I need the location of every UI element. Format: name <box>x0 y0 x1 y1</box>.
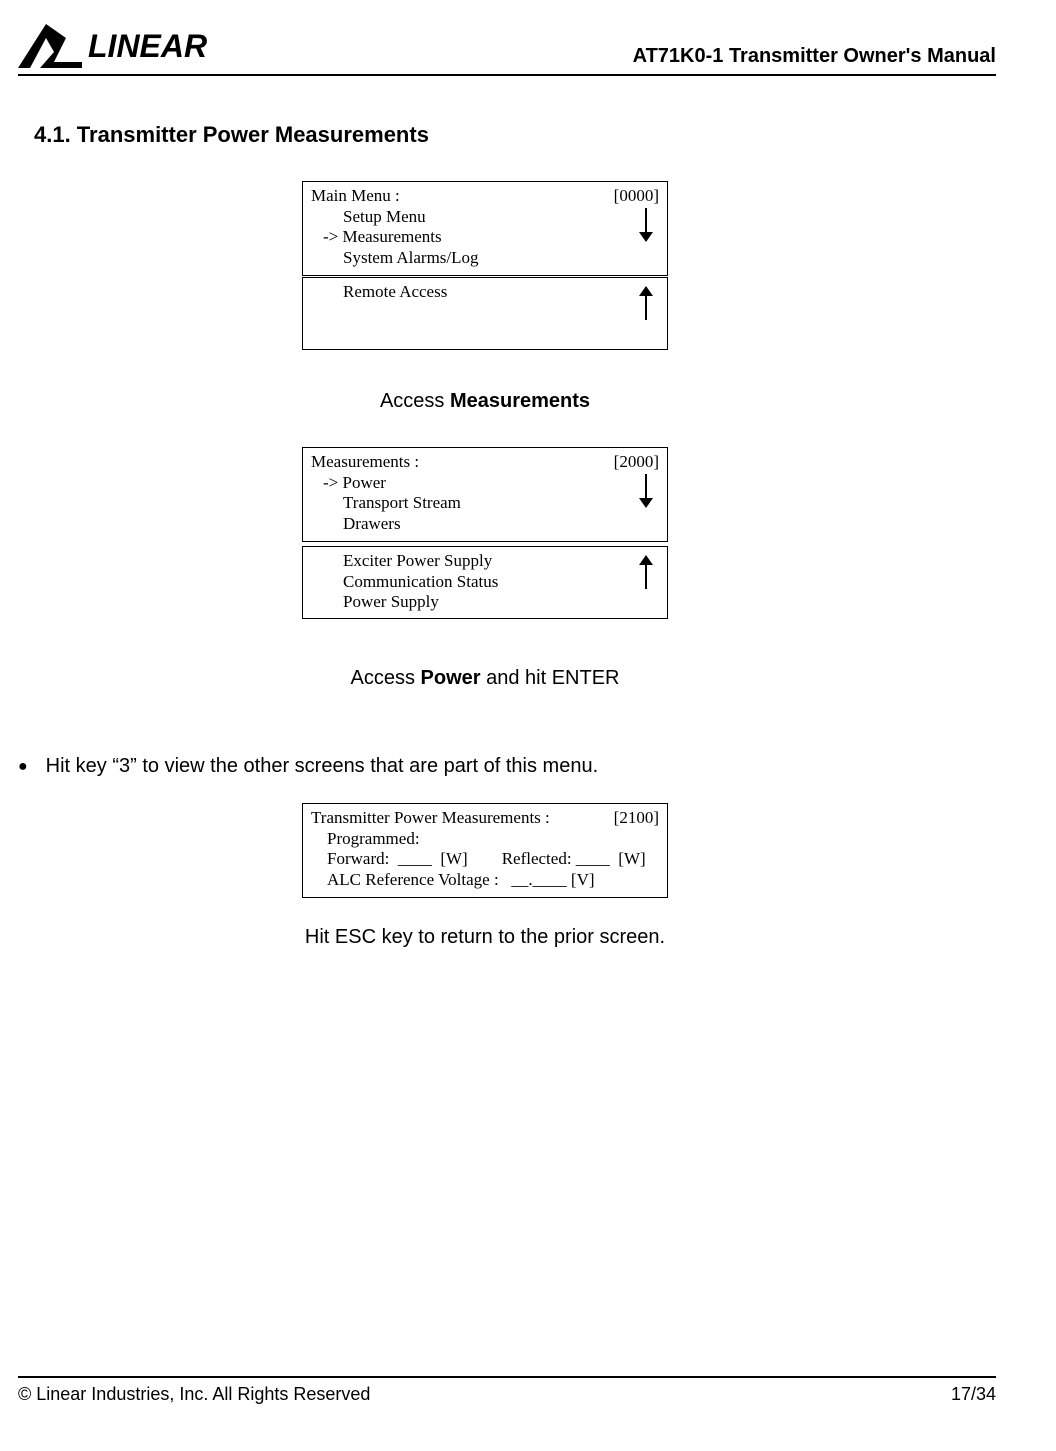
lcd-line: Remote Access <box>311 282 659 303</box>
caption-pre: Access <box>350 667 420 689</box>
caption-pre: Access <box>380 390 450 412</box>
lcd-title: Main Menu : <box>311 186 400 207</box>
caption-post: and hit ENTER <box>481 667 620 689</box>
lcd-line: Communication Status <box>311 572 659 593</box>
lcd-line: ALC Reference Voltage : __.____ [V] <box>311 870 659 891</box>
caption-esc: Hit ESC key to return to the prior scree… <box>302 926 668 949</box>
page: LINEAR AT71K0-1 Transmitter Owner's Manu… <box>0 0 1056 1451</box>
lcd-line: Setup Menu <box>311 207 659 228</box>
lcd-code: [2100] <box>614 808 659 829</box>
page-footer: © Linear Industries, Inc. All Rights Res… <box>18 1376 996 1405</box>
lcd-line-selected: -> Power <box>311 473 659 494</box>
copyright: © Linear Industries, Inc. All Rights Res… <box>18 1384 370 1405</box>
page-header: LINEAR AT71K0-1 Transmitter Owner's Manu… <box>18 24 996 76</box>
bullet-item: ● Hit key “3” to view the other screens … <box>18 755 598 778</box>
lcd-line: Programmed: <box>311 829 659 850</box>
lcd-line: System Alarms/Log <box>311 248 659 269</box>
caption-access-power: Access Power and hit ENTER <box>302 667 668 690</box>
bullet-icon: ● <box>18 755 28 776</box>
lcd-main-menu-cont: Remote Access <box>302 277 668 350</box>
lcd-title: Measurements : <box>311 452 419 473</box>
lcd-line: Forward: ____ [W] Reflected: ____ [W] <box>311 849 659 870</box>
lcd-code: [0000] <box>614 186 659 207</box>
section-heading: 4.1. Transmitter Power Measurements <box>34 122 429 148</box>
lcd-measurements: Measurements : [2000] -> Power Transport… <box>302 447 668 542</box>
lcd-measurements-cont: Exciter Power Supply Communication Statu… <box>302 546 668 619</box>
arrow-up-icon <box>637 286 655 320</box>
linear-mark-icon <box>18 24 82 68</box>
lcd-title: Transmitter Power Measurements : <box>311 808 550 829</box>
document-title: AT71K0-1 Transmitter Owner's Manual <box>633 45 996 68</box>
lcd-main-menu: Main Menu : [0000] Setup Menu -> Measure… <box>302 181 668 276</box>
caption-bold: Measurements <box>450 390 590 412</box>
arrow-down-icon <box>637 474 655 508</box>
page-number: 17/34 <box>951 1384 996 1405</box>
lcd-line: Transport Stream <box>311 493 659 514</box>
brand-name: LINEAR <box>88 28 207 65</box>
caption-access-measurements: Access Measurements <box>302 390 668 413</box>
lcd-line: Power Supply <box>311 592 659 613</box>
brand-logo: LINEAR <box>18 24 207 68</box>
lcd-code: [2000] <box>614 452 659 473</box>
lcd-line: Drawers <box>311 514 659 535</box>
arrow-down-icon <box>637 208 655 242</box>
arrow-up-icon <box>637 555 655 589</box>
caption-bold: Power <box>421 667 481 689</box>
bullet-text: Hit key “3” to view the other screens th… <box>46 755 598 778</box>
lcd-line: Exciter Power Supply <box>311 551 659 572</box>
lcd-line-selected: -> Measurements <box>311 227 659 248</box>
lcd-transmitter-power: Transmitter Power Measurements : [2100] … <box>302 803 668 898</box>
